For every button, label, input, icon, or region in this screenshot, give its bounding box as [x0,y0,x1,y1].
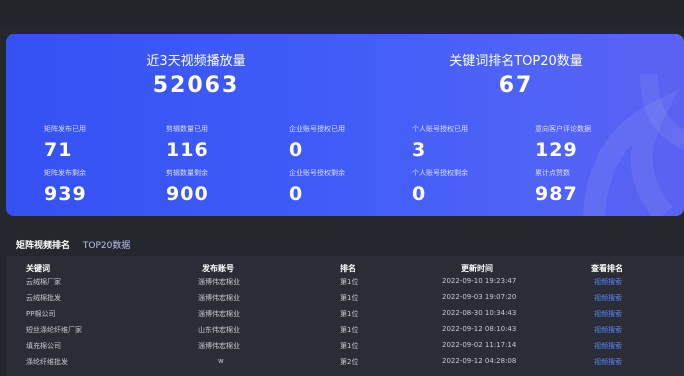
cell-keyword: 涤纶纤维批发 [26,358,68,366]
column-header-keyword[interactable]: 关键词 [26,263,50,274]
cell-updated: 2022-09-03 19:07:20 [442,293,517,301]
cell-account: 淄博伟宏棉业 [198,294,240,302]
stat-label: 企业账号授权剩余 [289,169,345,177]
keyword-top20-label: 关键词排名TOP20数量 [449,54,583,69]
cell-updated: 2022-09-12 08:10:43 [442,325,517,333]
ranking-table: 关键词 发布账号 排名 更新时间 查看排名 云绒棉厂家 淄博伟宏棉业 第1位 2… [6,256,684,376]
stat-label: 剪辑数量已用 [166,125,208,133]
cell-keyword: PP棉公司 [26,310,56,318]
cell-rank: 第1位 [340,342,359,350]
stat-label: 矩阵发布剩余 [44,169,86,177]
stat-label: 企业账号授权已用 [289,125,345,133]
video-search-link[interactable]: 视频搜索 [594,341,622,351]
column-header-account[interactable]: 发布账号 [202,263,234,274]
stat-value: 900 [166,183,209,205]
column-header-view-rank[interactable]: 查看排名 [591,263,623,274]
stat-personal-used: 个人账号授权已用 3 [412,124,468,161]
cell-updated: 2022-09-10 19:23:47 [442,277,517,285]
video-search-link[interactable]: 视频搜索 [594,325,622,335]
stats-panel: 近3天视频播放量 52063 关键词排名TOP20数量 67 矩阵发布已用 71… [6,34,684,216]
stat-edit-used: 剪辑数量已用 116 [166,124,209,161]
stat-enterprise-remaining: 企业账号授权剩余 0 [289,168,345,205]
stat-value: 0 [289,139,304,161]
tab-top20-data[interactable]: TOP20数据 [83,238,130,251]
stat-edit-remaining: 剪辑数量剩余 900 [166,168,209,205]
cell-rank: 第1位 [340,278,359,286]
stat-value: 939 [44,183,87,205]
cell-rank: 第1位 [340,326,359,334]
video-search-link[interactable]: 视频搜索 [594,277,622,287]
cell-keyword: 云绒棉厂家 [26,278,61,286]
column-header-updated[interactable]: 更新时间 [461,263,493,274]
stat-label: 意向客户评论数据 [535,125,591,133]
play-count-block: 近3天视频播放量 52063 [116,50,276,98]
cell-rank: 第1位 [340,294,359,302]
cell-account: 淄博伟宏棉业 [198,278,240,286]
cell-account: 淄博伟宏棉业 [198,310,240,318]
play-count-label: 近3天视频播放量 [146,54,246,69]
cell-keyword: 短丝涤纶纤维厂家 [26,326,82,334]
cell-account: 山东伟宏棉业 [198,326,240,334]
video-search-link[interactable]: 视频搜索 [594,357,622,367]
video-search-link[interactable]: 视频搜索 [594,293,622,303]
stat-label: 个人账号授权已用 [412,125,468,133]
stat-label: 累计点赞数 [535,169,570,177]
stat-value: 129 [535,139,578,161]
play-count-value: 52063 [152,73,240,98]
cell-updated: 2022-09-12 04:28:08 [442,357,517,365]
video-search-link[interactable]: 视频搜索 [594,309,622,319]
stat-matrix-remaining: 矩阵发布剩余 939 [44,168,87,205]
top-bar [0,0,684,28]
cell-account: w [218,357,224,365]
cell-keyword: 填充棉公司 [26,342,61,350]
cell-account: 淄博伟宏棉业 [198,342,240,350]
stat-value: 3 [412,139,427,161]
cell-updated: 2022-08-30 10:34:43 [442,309,517,317]
stat-value: 0 [289,183,304,205]
stat-enterprise-used: 企业账号授权已用 0 [289,124,345,161]
cell-rank: 第1位 [340,310,359,318]
stat-value: 116 [166,139,209,161]
cell-keyword: 云绒棉批发 [26,294,61,302]
stat-value: 0 [412,183,427,205]
stat-intent-comments: 意向客户评论数据 129 [535,124,591,161]
stat-personal-remaining: 个人账号授权剩余 0 [412,168,468,205]
stat-value: 987 [535,183,578,205]
keyword-top20-block: 关键词排名TOP20数量 67 [426,50,606,98]
cell-updated: 2022-09-02 11:17:14 [442,341,517,349]
column-header-rank[interactable]: 排名 [340,263,356,274]
stat-label: 矩阵发布已用 [44,125,86,133]
stat-value: 71 [44,139,73,161]
cell-rank: 第2位 [340,358,359,366]
stat-matrix-used: 矩阵发布已用 71 [44,124,86,161]
stat-label: 剪辑数量剩余 [166,169,208,177]
stat-label: 个人账号授权剩余 [412,169,468,177]
stat-total-likes: 累计点赞数 987 [535,168,578,205]
tab-matrix-video-ranking[interactable]: 矩阵视频排名 [16,238,70,251]
ranking-tabs: 矩阵视频排名 TOP20数据 [16,238,140,251]
keyword-top20-value: 67 [498,73,534,98]
